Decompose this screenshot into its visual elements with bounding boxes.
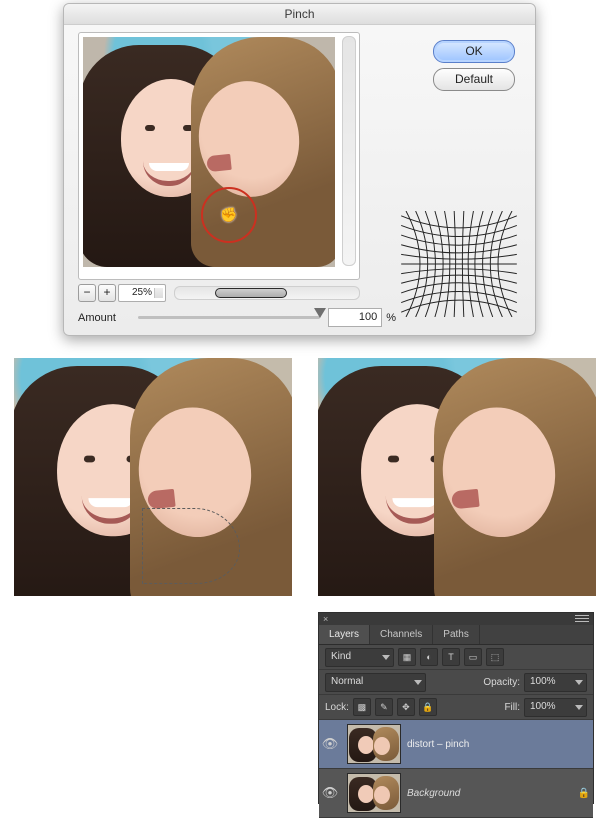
zoom-out-button[interactable]: − [78,284,96,302]
zoom-in-button[interactable]: + [98,284,116,302]
lasso-selection-icon [142,508,240,584]
amount-control: Amount 100 % [78,308,396,327]
smartobj-filter-icon[interactable]: ⬚ [486,648,504,666]
layer-name[interactable]: Background [407,788,575,799]
layer-row[interactable]: 👁 distort – pinch [319,720,593,769]
type-filter-icon[interactable]: T [442,648,460,666]
layer-row[interactable]: 👁 Background 🔒 [319,769,593,818]
layer-name[interactable]: distort – pinch [407,739,593,750]
panel-topbar[interactable]: × [319,613,593,625]
preview-vertical-scrollbar[interactable] [342,36,356,266]
fill-field[interactable]: 100% [524,698,587,717]
fill-label: Fill: [504,702,520,713]
layer-thumbnail[interactable] [347,724,401,764]
tab-layers[interactable]: Layers [319,625,370,644]
default-button[interactable]: Default [433,68,515,91]
tab-paths[interactable]: Paths [433,625,480,644]
lock-fill-row: Lock: ▩ ✎ ✥ 🔒 Fill: 100% [319,695,593,720]
visibility-toggle[interactable]: 👁 [319,785,341,801]
amount-input[interactable]: 100 [328,308,382,327]
layer-list: 👁 distort – pinch 👁 Background 🔒 [319,720,593,820]
image-filter-icon[interactable]: ▦ [398,648,416,666]
lock-all-icon[interactable]: 🔒 [419,698,437,716]
blend-opacity-row: Normal Opacity: 100% [319,670,593,695]
panel-tabs: Layers Channels Paths [319,625,593,645]
blend-mode-dropdown[interactable]: Normal [325,673,426,692]
filter-kind-row: Kind ▦ ◐ T ▭ ⬚ [319,645,593,670]
tab-channels[interactable]: Channels [370,625,433,644]
lock-transparent-icon[interactable]: ▩ [353,698,371,716]
lock-brush-icon[interactable]: ✎ [375,698,393,716]
adjustment-filter-icon[interactable]: ◐ [420,648,438,666]
before-image [14,358,292,596]
effect-center-marker[interactable]: ✊ [201,187,257,243]
dialog-titlebar[interactable]: Pinch [64,4,535,25]
panel-close-button[interactable]: × [323,614,328,624]
preview-horizontal-scrollbar[interactable] [174,286,360,300]
slider-knob-icon[interactable] [314,308,326,318]
zoom-value-field[interactable]: 25% [118,284,166,302]
lock-move-icon[interactable]: ✥ [397,698,415,716]
distortion-mesh-icon [401,211,517,317]
amount-label: Amount [78,312,130,324]
amount-unit: % [386,312,396,324]
hand-grab-cursor-icon: ✊ [220,207,237,224]
amount-slider[interactable] [138,316,320,319]
preview-frame: ✊ [78,32,360,280]
visibility-toggle[interactable]: 👁 [319,736,341,752]
panel-menu-icon[interactable] [575,615,589,623]
layers-panel: × Layers Channels Paths Kind ▦ ◐ T ▭ ⬚ N… [318,612,594,804]
layer-lock-icon: 🔒 [575,788,593,799]
lock-label: Lock: [325,702,349,713]
dialog-title: Pinch [284,7,314,21]
after-image [318,358,596,596]
opacity-label: Opacity: [483,677,520,688]
scrollbar-thumb[interactable] [215,288,287,298]
kind-dropdown[interactable]: Kind [325,648,394,667]
pinch-dialog: Pinch ✊ − + 25% Amount 100 % [63,3,536,336]
opacity-field[interactable]: 100% [524,673,587,692]
zoom-controls: − + 25% [78,284,360,302]
layer-thumbnail[interactable] [347,773,401,813]
shape-filter-icon[interactable]: ▭ [464,648,482,666]
ok-button[interactable]: OK [433,40,515,63]
filter-preview[interactable]: ✊ [83,37,335,267]
